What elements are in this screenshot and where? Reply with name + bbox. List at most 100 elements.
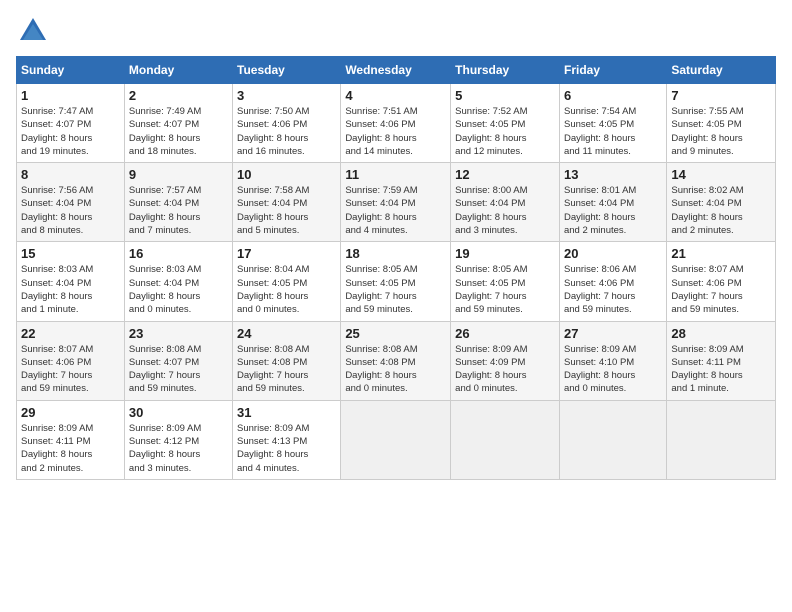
day-number: 22 — [21, 326, 120, 341]
day-info: Sunrise: 7:49 AMSunset: 4:07 PMDaylight:… — [129, 106, 201, 157]
day-number: 24 — [237, 326, 336, 341]
day-info: Sunrise: 8:08 AMSunset: 4:08 PMDaylight:… — [237, 344, 309, 395]
calendar-header-tuesday: Tuesday — [233, 57, 341, 84]
day-info: Sunrise: 8:08 AMSunset: 4:08 PMDaylight:… — [345, 344, 417, 395]
day-info: Sunrise: 8:09 AMSunset: 4:10 PMDaylight:… — [564, 344, 636, 395]
calendar-cell: 24 Sunrise: 8:08 AMSunset: 4:08 PMDayligh… — [233, 321, 341, 400]
calendar-header-wednesday: Wednesday — [341, 57, 451, 84]
calendar-cell: 2 Sunrise: 7:49 AMSunset: 4:07 PMDaylight… — [124, 84, 232, 163]
calendar-cell: 17 Sunrise: 8:04 AMSunset: 4:05 PMDayligh… — [233, 242, 341, 321]
calendar-header-thursday: Thursday — [451, 57, 560, 84]
day-number: 18 — [345, 246, 446, 261]
calendar-cell: 29 Sunrise: 8:09 AMSunset: 4:11 PMDayligh… — [17, 400, 125, 479]
day-number: 19 — [455, 246, 555, 261]
day-number: 11 — [345, 167, 446, 182]
day-info: Sunrise: 8:02 AMSunset: 4:04 PMDaylight:… — [671, 185, 743, 236]
day-info: Sunrise: 8:00 AMSunset: 4:04 PMDaylight:… — [455, 185, 527, 236]
calendar-cell: 31Sunrise: 8:09 AMSunset: 4:13 PMDayligh… — [233, 400, 341, 479]
calendar-header-monday: Monday — [124, 57, 232, 84]
day-info: Sunrise: 8:09 AMSunset: 4:13 PMDaylight:… — [237, 423, 309, 474]
day-number: 20 — [564, 246, 662, 261]
day-info: Sunrise: 7:50 AMSunset: 4:06 PMDaylight:… — [237, 106, 309, 157]
day-info: Sunrise: 8:05 AMSunset: 4:05 PMDaylight:… — [455, 264, 527, 315]
calendar-header-friday: Friday — [559, 57, 666, 84]
day-number: 8 — [21, 167, 120, 182]
day-number: 13 — [564, 167, 662, 182]
calendar-cell: 16 Sunrise: 8:03 AMSunset: 4:04 PMDayligh… — [124, 242, 232, 321]
calendar-cell — [667, 400, 776, 479]
calendar-cell: 21Sunrise: 8:07 AMSunset: 4:06 PMDayligh… — [667, 242, 776, 321]
calendar-cell: 9Sunrise: 7:57 AMSunset: 4:04 PMDaylight… — [124, 163, 232, 242]
calendar-cell: 4 Sunrise: 7:51 AMSunset: 4:06 PMDaylight… — [341, 84, 451, 163]
day-number: 4 — [345, 88, 446, 103]
day-info: Sunrise: 8:07 AMSunset: 4:06 PMDaylight:… — [21, 344, 93, 395]
calendar-cell: 12 Sunrise: 8:00 AMSunset: 4:04 PMDayligh… — [451, 163, 560, 242]
day-info: Sunrise: 8:09 AMSunset: 4:11 PMDaylight:… — [671, 344, 743, 395]
day-info: Sunrise: 8:06 AMSunset: 4:06 PMDaylight:… — [564, 264, 636, 315]
day-number: 10 — [237, 167, 336, 182]
day-number: 21 — [671, 246, 771, 261]
logo — [16, 16, 48, 46]
day-info: Sunrise: 8:09 AMSunset: 4:09 PMDaylight:… — [455, 344, 527, 395]
day-info: Sunrise: 7:56 AMSunset: 4:04 PMDaylight:… — [21, 185, 93, 236]
day-info: Sunrise: 8:03 AMSunset: 4:04 PMDaylight:… — [129, 264, 201, 315]
calendar-table: SundayMondayTuesdayWednesdayThursdayFrid… — [16, 56, 776, 480]
calendar-cell: 7Sunrise: 7:55 AMSunset: 4:05 PMDaylight… — [667, 84, 776, 163]
day-info: Sunrise: 8:08 AMSunset: 4:07 PMDaylight:… — [129, 344, 201, 395]
calendar-cell: 22 Sunrise: 8:07 AMSunset: 4:06 PMDayligh… — [17, 321, 125, 400]
day-number: 17 — [237, 246, 336, 261]
calendar-header-sunday: Sunday — [17, 57, 125, 84]
calendar-cell: 30 Sunrise: 8:09 AMSunset: 4:12 PMDayligh… — [124, 400, 232, 479]
day-number: 16 — [129, 246, 228, 261]
calendar-cell: 3 Sunrise: 7:50 AMSunset: 4:06 PMDaylight… — [233, 84, 341, 163]
calendar-cell: 14Sunrise: 8:02 AMSunset: 4:04 PMDayligh… — [667, 163, 776, 242]
day-info: Sunrise: 8:03 AMSunset: 4:04 PMDaylight:… — [21, 264, 93, 315]
day-info: Sunrise: 7:51 AMSunset: 4:06 PMDaylight:… — [345, 106, 417, 157]
day-info: Sunrise: 8:09 AMSunset: 4:12 PMDaylight:… — [129, 423, 201, 474]
calendar-cell — [559, 400, 666, 479]
calendar-cell: 1 Sunrise: 7:47 AMSunset: 4:07 PMDaylight… — [17, 84, 125, 163]
day-info: Sunrise: 7:47 AMSunset: 4:07 PMDaylight:… — [21, 106, 93, 157]
calendar-cell: 8 Sunrise: 7:56 AMSunset: 4:04 PMDaylight… — [17, 163, 125, 242]
day-number: 3 — [237, 88, 336, 103]
day-number: 23 — [129, 326, 228, 341]
day-number: 7 — [671, 88, 771, 103]
day-number: 29 — [21, 405, 120, 420]
day-number: 27 — [564, 326, 662, 341]
day-number: 6 — [564, 88, 662, 103]
day-number: 5 — [455, 88, 555, 103]
day-info: Sunrise: 8:09 AMSunset: 4:11 PMDaylight:… — [21, 423, 93, 474]
day-info: Sunrise: 7:54 AMSunset: 4:05 PMDaylight:… — [564, 106, 636, 157]
day-number: 15 — [21, 246, 120, 261]
calendar-cell — [451, 400, 560, 479]
calendar-cell: 18Sunrise: 8:05 AMSunset: 4:05 PMDayligh… — [341, 242, 451, 321]
logo-icon — [18, 16, 48, 46]
calendar-cell: 20 Sunrise: 8:06 AMSunset: 4:06 PMDayligh… — [559, 242, 666, 321]
day-number: 1 — [21, 88, 120, 103]
day-info: Sunrise: 7:59 AMSunset: 4:04 PMDaylight:… — [345, 185, 417, 236]
calendar-cell: 6 Sunrise: 7:54 AMSunset: 4:05 PMDaylight… — [559, 84, 666, 163]
day-number: 25 — [345, 326, 446, 341]
calendar-cell — [341, 400, 451, 479]
calendar-cell: 23 Sunrise: 8:08 AMSunset: 4:07 PMDayligh… — [124, 321, 232, 400]
calendar-cell: 15 Sunrise: 8:03 AMSunset: 4:04 PMDayligh… — [17, 242, 125, 321]
day-info: Sunrise: 7:52 AMSunset: 4:05 PMDaylight:… — [455, 106, 527, 157]
day-number: 30 — [129, 405, 228, 420]
calendar-cell: 5 Sunrise: 7:52 AMSunset: 4:05 PMDaylight… — [451, 84, 560, 163]
page-header — [16, 16, 776, 46]
calendar-cell: 10Sunrise: 7:58 AMSunset: 4:04 PMDayligh… — [233, 163, 341, 242]
day-number: 28 — [671, 326, 771, 341]
calendar-cell: 27 Sunrise: 8:09 AMSunset: 4:10 PMDayligh… — [559, 321, 666, 400]
calendar-header-saturday: Saturday — [667, 57, 776, 84]
calendar-cell: 19 Sunrise: 8:05 AMSunset: 4:05 PMDayligh… — [451, 242, 560, 321]
day-number: 12 — [455, 167, 555, 182]
day-info: Sunrise: 8:04 AMSunset: 4:05 PMDaylight:… — [237, 264, 309, 315]
calendar-cell: 11 Sunrise: 7:59 AMSunset: 4:04 PMDayligh… — [341, 163, 451, 242]
calendar-cell: 26 Sunrise: 8:09 AMSunset: 4:09 PMDayligh… — [451, 321, 560, 400]
day-number: 2 — [129, 88, 228, 103]
day-info: Sunrise: 8:01 AMSunset: 4:04 PMDaylight:… — [564, 185, 636, 236]
day-info: Sunrise: 7:57 AMSunset: 4:04 PMDaylight:… — [129, 185, 201, 236]
calendar-cell: 25 Sunrise: 8:08 AMSunset: 4:08 PMDayligh… — [341, 321, 451, 400]
calendar-cell: 13 Sunrise: 8:01 AMSunset: 4:04 PMDayligh… — [559, 163, 666, 242]
day-number: 26 — [455, 326, 555, 341]
